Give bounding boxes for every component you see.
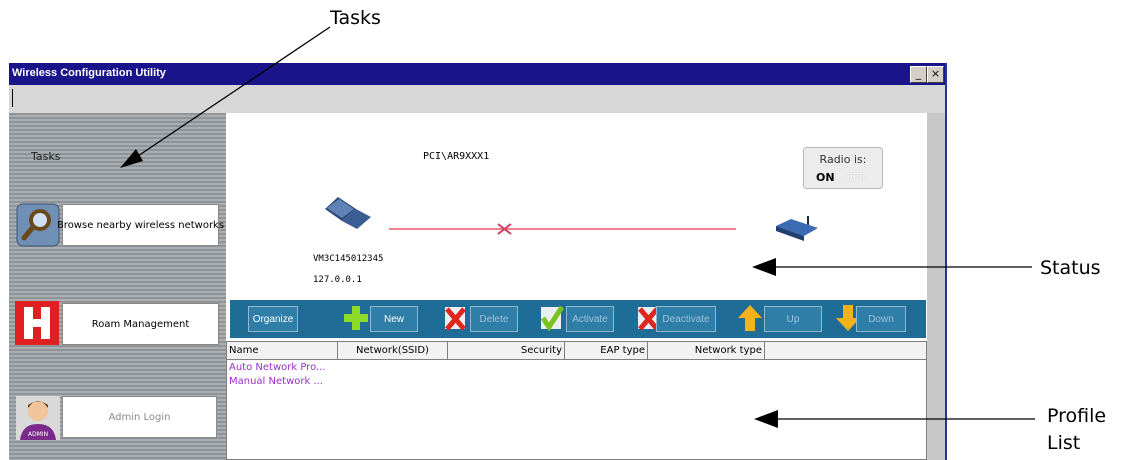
column-header-name[interactable]: Name [227, 342, 338, 359]
minimize-button[interactable]: _ [910, 66, 927, 83]
profile-row[interactable]: Manual Network ... [229, 376, 323, 387]
profile-toolbar: Organize New Delete Activate Deactivate … [230, 300, 926, 338]
column-header-network-type[interactable]: Network type [648, 342, 765, 359]
device-id: VM3C145012345 [313, 254, 384, 264]
callout-tasks: Tasks [330, 7, 381, 29]
title-bar[interactable]: Wireless Configuration Utility _ × [9, 63, 947, 85]
callout-profile-list-line2: List [1047, 432, 1081, 454]
up-arrow-icon[interactable] [736, 303, 764, 333]
tasks-heading: Tasks [31, 150, 61, 163]
window-right-frame [927, 113, 945, 460]
roam-h-icon[interactable] [15, 301, 59, 345]
profile-row[interactable]: Auto Network Pro... [229, 362, 326, 373]
organize-button[interactable]: Organize [248, 306, 298, 332]
admin-login-button[interactable]: Admin Login [62, 396, 217, 438]
admin-avatar-icon[interactable]: ADMIN [16, 396, 60, 440]
close-button[interactable]: × [927, 66, 944, 83]
up-button[interactable]: Up [764, 306, 822, 332]
text-cursor [12, 89, 13, 107]
magnifier-icon[interactable] [16, 203, 60, 247]
callout-profile-list-line1: Profile [1047, 405, 1107, 427]
column-header-security[interactable]: Security [448, 342, 565, 359]
window-title: Wireless Configuration Utility [12, 67, 166, 79]
callout-status: Status [1040, 257, 1101, 279]
laptop-icon [325, 197, 371, 229]
delete-button[interactable]: Delete [470, 306, 518, 332]
status-diagram [325, 197, 818, 241]
column-header-ssid[interactable]: Network(SSID) [338, 342, 448, 359]
profile-list[interactable]: Name Network(SSID) Security EAP type Net… [226, 341, 927, 460]
app-window: Wireless Configuration Utility _ × Tasks… [9, 63, 947, 460]
main-panel: PCI\AR9XXX1 Radio is: ON OFF VM3C1450123… [226, 113, 927, 460]
activate-check-icon[interactable] [538, 303, 566, 333]
profile-list-header: Name Network(SSID) Security EAP type Net… [227, 342, 926, 360]
deactivate-button[interactable]: Deactivate [656, 306, 716, 332]
delete-x-icon[interactable] [442, 303, 470, 333]
window-right-edge [945, 63, 947, 460]
down-button[interactable]: Down [856, 306, 906, 332]
tasks-sidebar: Tasks Browse nearby wireless networks Ro… [9, 113, 226, 460]
browse-networks-button[interactable]: Browse nearby wireless networks [57, 204, 224, 246]
column-header-eap-type[interactable]: EAP type [565, 342, 648, 359]
new-button[interactable]: New [370, 306, 418, 332]
activate-button[interactable]: Activate [566, 306, 614, 332]
router-icon [776, 216, 818, 241]
svg-text:ADMIN: ADMIN [28, 431, 48, 438]
ip-address: 127.0.0.1 [313, 275, 362, 285]
roam-management-button[interactable]: Roam Management [62, 303, 219, 345]
command-bar [9, 85, 947, 114]
new-plus-icon[interactable] [342, 303, 370, 333]
